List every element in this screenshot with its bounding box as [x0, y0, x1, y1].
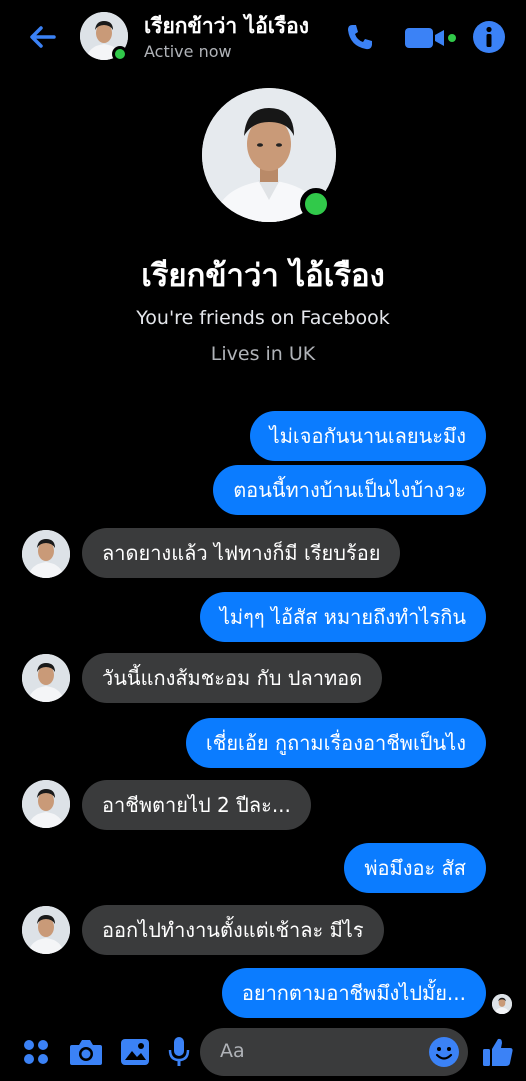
apps-button[interactable] — [16, 1030, 56, 1074]
outgoing-message[interactable]: พ่อมึงอะ สัส — [344, 843, 486, 893]
incoming-message[interactable]: วันนี้แกงส้มชะอม กับ ปลาทอด — [82, 653, 383, 703]
sender-avatar[interactable] — [22, 530, 70, 578]
gallery-button[interactable] — [114, 1030, 156, 1074]
sender-avatar[interactable] — [22, 654, 70, 702]
gallery-icon — [121, 1039, 149, 1065]
seen-receipt-avatar — [492, 994, 512, 1014]
outgoing-message[interactable]: ไม่ๆๆ ไอ้สัส หมายถึงทำไรกิน — [199, 592, 486, 642]
thumbs-up-icon — [483, 1038, 513, 1066]
outgoing-message[interactable]: อยากตามอาชีพมึงไปมั้ย... — [221, 968, 486, 1018]
outgoing-message[interactable]: เชี่ยเอ้ย กูถามเรื่องอาชีพเป็นไง — [185, 718, 486, 768]
sender-avatar[interactable] — [22, 906, 70, 954]
online-indicator — [112, 46, 128, 62]
info-button[interactable] — [470, 18, 508, 56]
conversation-header: เรียกข้าว่า ไอ้เรือง Active now — [0, 0, 526, 78]
incoming-message[interactable]: อาชีพตายไป 2 ปีละ... — [82, 780, 311, 830]
incoming-message[interactable]: ออกไปทำงานตั้งแต่เช้าละ มีไร — [82, 905, 384, 955]
outgoing-message[interactable]: ตอนนี้ทางบ้านเป็นไงบ้างวะ — [213, 465, 486, 515]
active-status: Active now — [144, 42, 232, 61]
video-camera-icon — [405, 28, 456, 48]
microphone-icon — [168, 1037, 190, 1066]
apps-grid-icon — [24, 1040, 48, 1064]
like-button[interactable] — [478, 1030, 518, 1074]
camera-button[interactable] — [64, 1030, 108, 1074]
call-button[interactable] — [340, 18, 380, 56]
camera-icon — [70, 1040, 102, 1065]
online-indicator-large — [300, 188, 332, 220]
outgoing-message[interactable]: ไม่เจอกันนานเลยนะมึง — [249, 411, 486, 461]
sender-avatar[interactable] — [22, 780, 70, 828]
message-placeholder: Aa — [220, 1040, 245, 1062]
friends-status-text: You're friends on Facebook — [136, 307, 390, 329]
contact-name[interactable]: เรียกข้าว่า ไอ้เรือง — [144, 10, 309, 43]
location-text: Lives in UK — [210, 343, 316, 365]
message-input[interactable]: Aa — [200, 1028, 468, 1076]
video-call-button[interactable] — [402, 18, 458, 56]
back-arrow-icon[interactable] — [26, 20, 60, 54]
profile-name: เรียกข้าว่า ไอ้เรือง — [141, 258, 385, 294]
emoji-icon[interactable] — [428, 1036, 460, 1068]
incoming-message[interactable]: ลาดยางแล้ว ไฟทางก็มี เรียบร้อย — [82, 528, 401, 578]
voice-button[interactable] — [162, 1030, 196, 1074]
phone-icon — [348, 25, 372, 50]
info-icon — [473, 21, 505, 53]
